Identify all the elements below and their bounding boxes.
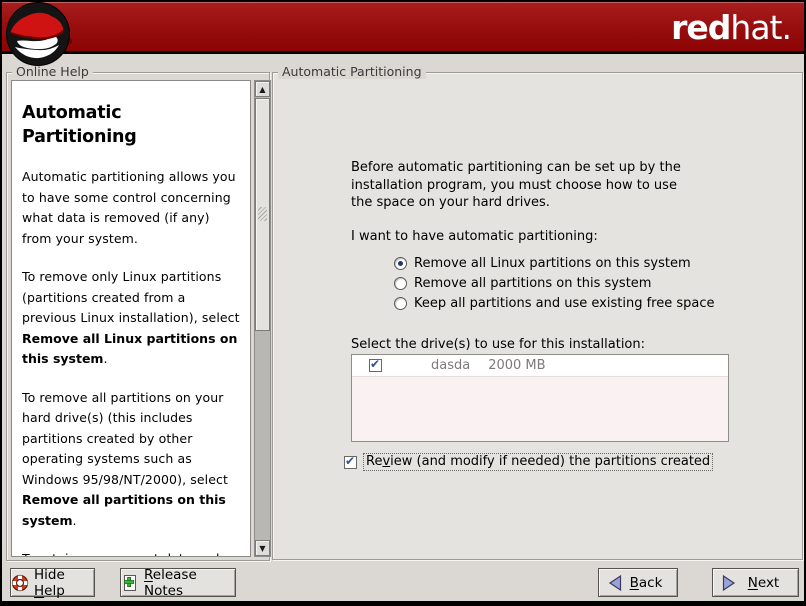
partitioning-prompt: I want to have automatic partitioning: — [351, 229, 598, 244]
drive-checkbox[interactable]: ✔ — [369, 359, 382, 372]
automatic-partitioning-panel: Automatic Partitioning Before automatic … — [272, 72, 803, 560]
scroll-up-button[interactable]: ▲ — [255, 81, 270, 97]
radio-button[interactable] — [394, 297, 407, 310]
drive-list[interactable]: ✔ dasda 2000 MB — [351, 354, 729, 442]
radio-option[interactable]: Remove all Linux partitions on this syst… — [394, 253, 714, 273]
help-title: Automatic Partitioning — [22, 101, 241, 149]
installer-window: redhat. ® Online Help Automatic Partitio… — [0, 0, 806, 606]
review-checkbox-label: Review (and modify if needed) the partit… — [363, 453, 713, 471]
radio-label: Keep all partitions and use existing fre… — [414, 296, 714, 311]
back-label: Back — [630, 575, 663, 591]
radio-dot-icon — [398, 261, 403, 266]
next-button[interactable]: Next — [712, 568, 799, 597]
hide-help-button[interactable]: Hide Help — [10, 568, 95, 597]
top-banner: redhat. — [2, 2, 804, 54]
check-icon: ✔ — [345, 454, 355, 468]
redhat-shadowman-logo-icon — [5, 1, 71, 67]
help-paragraph: To retain your current data and — [22, 549, 241, 557]
check-icon: ✔ — [370, 357, 380, 371]
radio-button[interactable] — [394, 277, 407, 290]
arrow-left-icon — [607, 574, 623, 592]
release-notes-button[interactable]: Release Notes — [120, 568, 236, 597]
wordmark-red: red — [671, 8, 730, 47]
help-paragraphs: Automatic partitioning allows you to hav… — [22, 167, 241, 557]
review-checkbox-row[interactable]: ✔ Review (and modify if needed) the part… — [344, 453, 713, 471]
radio-label: Remove all partitions on this system — [414, 276, 651, 291]
radio-option[interactable]: Remove all partitions on this system — [394, 273, 714, 293]
help-text-viewport: Automatic Partitioning Automatic partiti… — [11, 80, 251, 557]
drive-list-rows: ✔ dasda 2000 MB — [352, 355, 728, 377]
review-checkbox[interactable]: ✔ — [344, 456, 357, 469]
help-paragraph: To remove only Linux partitions (partiti… — [22, 267, 241, 370]
scrollbar-thumb[interactable] — [255, 98, 270, 331]
drive-name: dasda — [431, 358, 470, 373]
release-notes-label: Release Notes — [144, 567, 235, 599]
radio-group: Remove all Linux partitions on this syst… — [394, 253, 714, 313]
scroll-down-button[interactable]: ▼ — [255, 540, 270, 556]
registered-mark: ® — [66, 38, 73, 46]
arrow-up-icon: ▲ — [259, 85, 265, 94]
hide-help-label: Hide Help — [34, 567, 94, 599]
wordmark-hat: hat — [730, 8, 781, 47]
main-frame-label: Automatic Partitioning — [278, 64, 426, 79]
release-notes-icon — [121, 574, 139, 592]
arrow-down-icon: ▼ — [259, 544, 265, 553]
drive-size: 2000 MB — [488, 358, 545, 373]
drive-row[interactable]: ✔ dasda 2000 MB — [352, 355, 728, 377]
window-body: redhat. ® Online Help Automatic Partitio… — [2, 2, 804, 601]
radio-label: Remove all Linux partitions on this syst… — [414, 256, 691, 271]
help-paragraph: Automatic partitioning allows you to hav… — [22, 167, 241, 249]
redhat-wordmark: redhat. — [671, 7, 791, 49]
arrow-right-icon — [721, 574, 737, 592]
scrollbar-grip-icon — [258, 207, 267, 221]
lifebuoy-icon — [11, 574, 29, 592]
online-help-panel: Online Help Automatic Partitioning Autom… — [6, 72, 270, 561]
drives-label: Select the drive(s) to use for this inst… — [351, 337, 645, 352]
radio-button[interactable] — [394, 257, 407, 270]
wordmark-period: . — [782, 8, 792, 47]
help-scrollbar[interactable]: ▲ ▼ — [254, 80, 271, 557]
back-button[interactable]: Back — [598, 568, 678, 597]
help-paragraph: To remove all partitions on your hard dr… — [22, 388, 241, 532]
next-label: Next — [748, 575, 779, 591]
help-content: Automatic Partitioning Automatic partiti… — [12, 81, 250, 557]
radio-option[interactable]: Keep all partitions and use existing fre… — [394, 293, 714, 313]
intro-text: Before automatic partitioning can be set… — [351, 159, 751, 212]
